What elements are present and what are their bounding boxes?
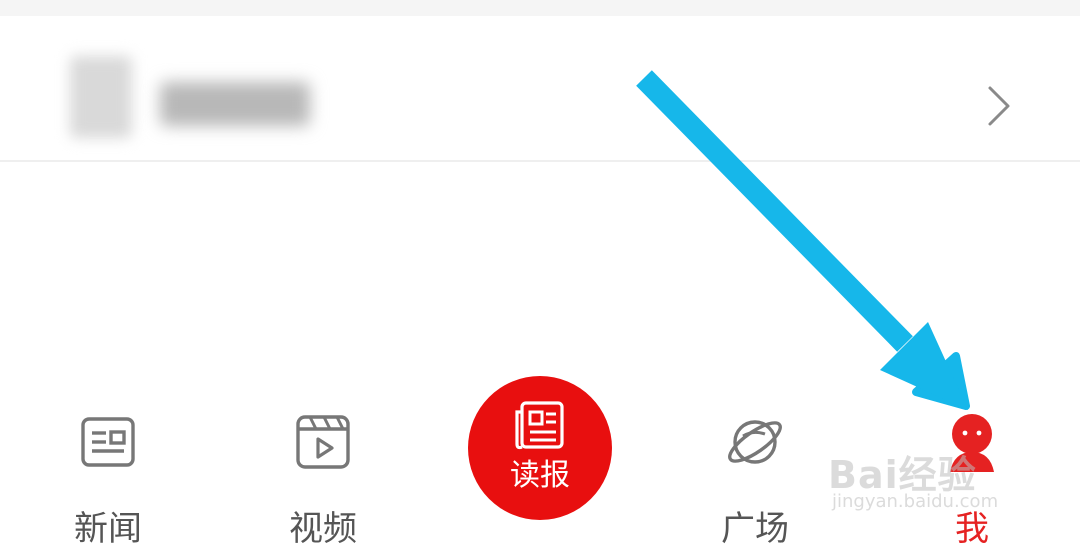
tab-square[interactable]: 广场	[680, 400, 830, 546]
tab-label: 广场	[721, 509, 789, 549]
watermark-sub: jingyan.baidu.com	[832, 491, 999, 512]
status-area	[0, 0, 1080, 16]
tab-label: 新闻	[74, 509, 142, 549]
read-newspaper-button[interactable]: 读报	[468, 376, 612, 520]
tab-news[interactable]: 新闻	[33, 400, 183, 546]
video-icon	[296, 415, 350, 469]
divider	[0, 160, 1080, 162]
tab-video[interactable]: 视频	[248, 400, 398, 546]
planet-icon	[728, 420, 782, 464]
tab-label: 读报	[510, 458, 570, 493]
newspaper-icon	[515, 401, 564, 450]
profile-name-blurred	[160, 82, 310, 126]
news-icon	[81, 417, 135, 467]
tab-label: 视频	[289, 509, 357, 549]
tab-label: 我	[955, 509, 989, 549]
avatar[interactable]	[70, 56, 132, 138]
profile-row[interactable]	[0, 16, 1080, 161]
chevron-right-icon[interactable]	[978, 80, 1018, 132]
